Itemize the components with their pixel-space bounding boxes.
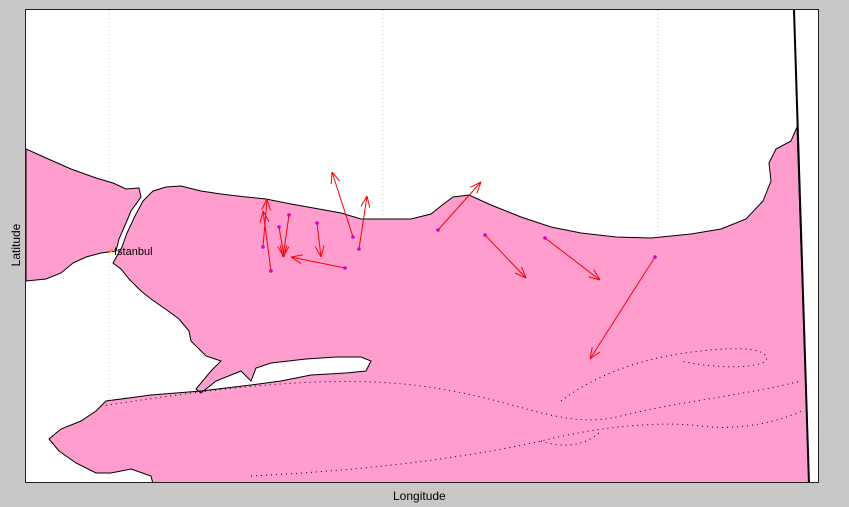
- city-marker: [109, 249, 113, 253]
- city-label-istanbul: Istanbul: [114, 246, 153, 258]
- station-marker: [543, 236, 547, 240]
- x-axis-label: Longitude: [393, 489, 446, 503]
- y-axis-label: Latitude: [9, 223, 23, 267]
- station-marker: [483, 233, 487, 237]
- station-marker: [357, 247, 361, 251]
- station-marker: [436, 228, 440, 232]
- city-istanbul[interactable]: Istanbul: [109, 246, 153, 258]
- station-marker: [315, 221, 319, 225]
- station-marker: [277, 225, 281, 229]
- station-marker: [261, 245, 265, 249]
- station-marker: [269, 269, 273, 273]
- station-marker: [653, 255, 657, 259]
- map-canvas: Istanbul: [26, 10, 810, 482]
- station-marker: [343, 266, 347, 270]
- station-marker: [287, 213, 291, 217]
- station-marker: [351, 235, 355, 239]
- land-anatolia: [48, 126, 810, 482]
- map-panel[interactable]: Istanbul: [25, 9, 819, 483]
